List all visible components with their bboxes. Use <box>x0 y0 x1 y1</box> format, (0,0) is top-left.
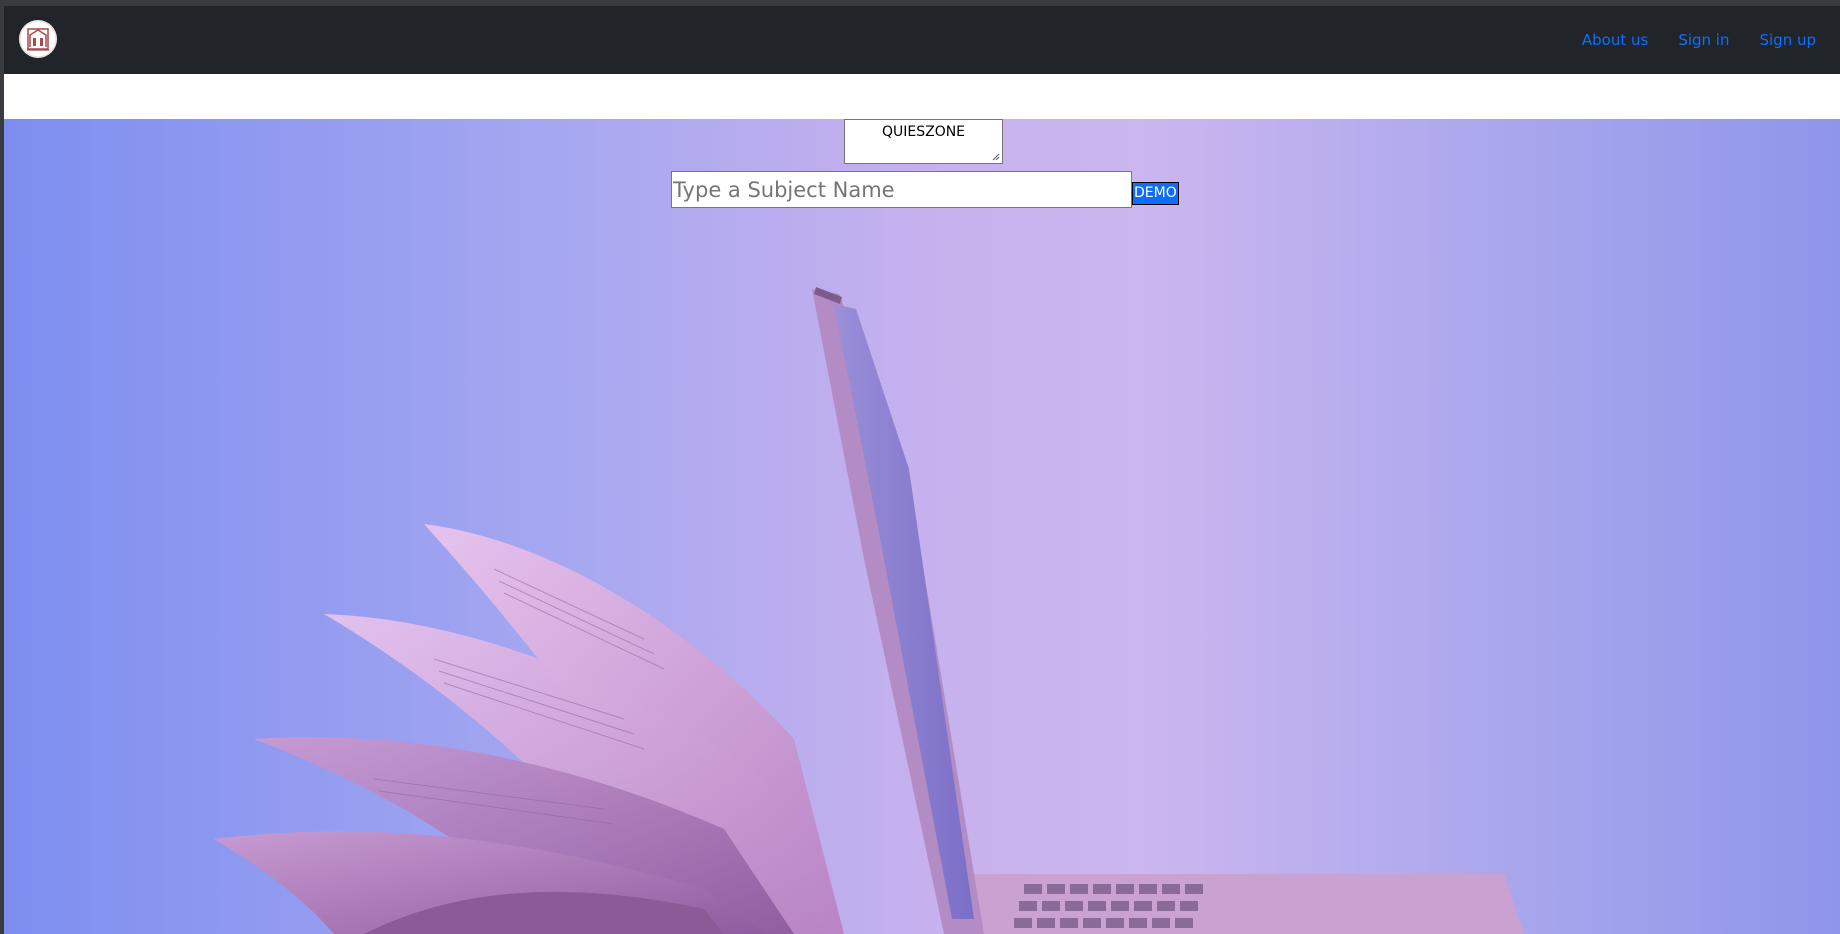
subject-search-input[interactable] <box>671 171 1132 208</box>
browser-window: About us Sign in Sign up QUIESZONE Type … <box>0 0 1840 934</box>
hero-background-image <box>4 119 1840 934</box>
header-spacer <box>4 74 1840 119</box>
resize-grip-icon[interactable] <box>992 153 1000 161</box>
nav-link-sign-up[interactable]: Sign up <box>1759 31 1816 49</box>
site-title-textarea[interactable]: QUIESZONE <box>844 119 1003 164</box>
nav-link-about-us[interactable]: About us <box>1582 31 1648 49</box>
site-title-text: QUIESZONE <box>881 124 966 140</box>
nav-link-sign-in[interactable]: Sign in <box>1678 31 1729 49</box>
institution-emblem-icon[interactable] <box>19 20 57 58</box>
demo-button[interactable]: DEMO <box>1132 182 1179 205</box>
nav-links: About us Sign in Sign up <box>1582 6 1816 74</box>
top-navbar: About us Sign in Sign up <box>4 6 1840 74</box>
book-and-laptop-illustration <box>214 287 1524 934</box>
